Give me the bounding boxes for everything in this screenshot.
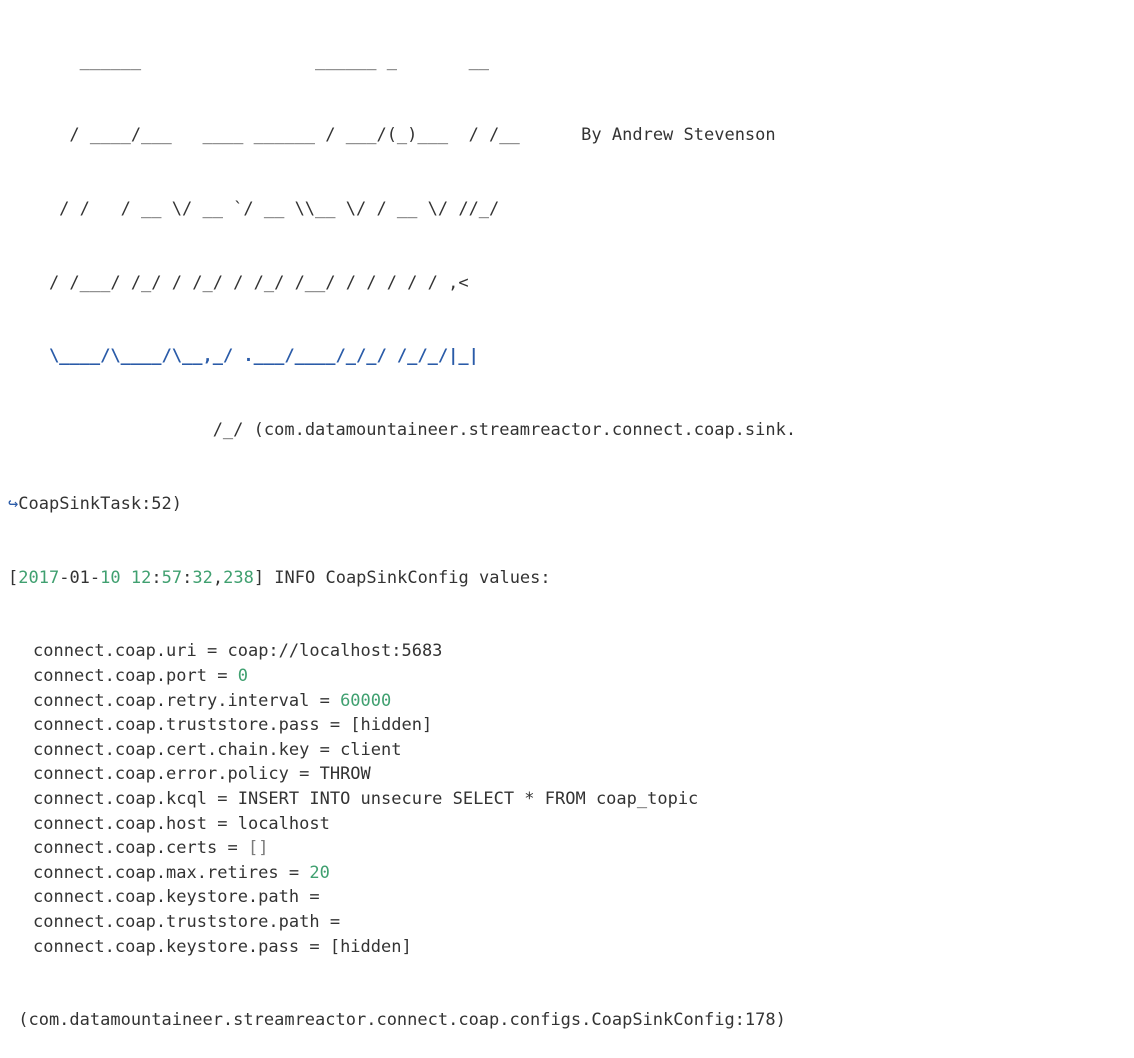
- log-hour: 12: [130, 567, 152, 588]
- ascii-banner-row-1: ______ ______ _ __: [8, 49, 1134, 74]
- equals-sign: =: [299, 936, 330, 957]
- config-value: localhost: [237, 813, 330, 834]
- config-key: connect.coap.uri: [33, 641, 197, 662]
- config-entry: connect.coap.truststore.path =: [8, 910, 1134, 935]
- config-value: 60000: [340, 690, 392, 711]
- config-value: 0: [237, 666, 248, 687]
- equals-sign: =: [207, 666, 238, 687]
- equals-sign: =: [319, 715, 351, 736]
- equals-sign: =: [309, 739, 341, 760]
- config-value: client: [340, 739, 402, 760]
- ascii-banner-text: / / / __ \/ __ `/ __ \\__ \/ / __ \/ //_…: [8, 198, 500, 219]
- config-value: coap://localhost:5683: [227, 641, 443, 662]
- config-value: THROW: [319, 764, 371, 785]
- date-sep: -01-: [59, 567, 101, 588]
- config-key: connect.coap.port: [33, 666, 207, 687]
- bracket: [: [8, 567, 19, 588]
- bracket: ]: [253, 567, 265, 588]
- time-sep: :: [182, 567, 193, 588]
- log-day: 10: [100, 567, 121, 588]
- config-key: connect.coap.retry.interval: [33, 690, 310, 711]
- config-entry: connect.coap.truststore.pass = [hidden]: [8, 713, 1134, 738]
- config-entry: connect.coap.error.policy = THROW: [8, 762, 1134, 787]
- config-key: connect.coap.truststore.pass: [33, 715, 320, 736]
- config-key: connect.coap.keystore.pass: [33, 936, 300, 957]
- ascii-banner-text: ______ ______ _ __: [8, 51, 490, 72]
- ascii-banner-text: \____/\____/\__,_/ .___/____/_/_/ /_/_/|…: [8, 346, 479, 367]
- config-source-footer: (com.datamountaineer.streamreactor.conne…: [8, 1010, 786, 1031]
- author-byline: By Andrew Stevenson: [581, 124, 776, 145]
- config-key: connect.coap.error.policy: [33, 764, 289, 785]
- ascii-banner-row-5: \____/\____/\__,_/ .___/____/_/_/ /_/_/|…: [8, 344, 1134, 369]
- log-header-line: [2017-01-10 12:57:32,238] INFO CoapSinkC…: [8, 566, 1134, 591]
- ascii-banner-row-2: / ____/___ ____ ______ / ___/(_)___ / /_…: [8, 123, 1134, 148]
- config-entry: connect.coap.keystore.pass = [hidden]: [8, 935, 1134, 960]
- log-output: ______ ______ _ __ / ____/___ ____ _____…: [0, 0, 1134, 1030]
- equals-sign: =: [278, 862, 310, 883]
- ascii-banner-text: / /___/ /_/ / /_/ / /_/ /__/ / / / / / ,…: [8, 272, 469, 293]
- equals-sign: =: [288, 764, 320, 785]
- config-key: connect.coap.host: [33, 813, 207, 834]
- config-value: [hidden]: [350, 715, 433, 736]
- config-entry: connect.coap.port = 0: [8, 664, 1134, 689]
- config-key: connect.coap.keystore.path: [33, 887, 300, 908]
- config-entry: connect.coap.max.retires = 20: [8, 861, 1134, 886]
- ms-sep: ,: [212, 567, 224, 588]
- ascii-banner-row-6: /_/ (com.datamountaineer.streamreactor.c…: [8, 418, 1134, 443]
- equals-sign: =: [196, 641, 228, 662]
- config-entry: connect.coap.kcql = INSERT INTO unsecure…: [8, 787, 1134, 812]
- equals-sign: =: [217, 838, 248, 859]
- config-key: connect.coap.certs: [33, 838, 218, 859]
- config-key: connect.coap.max.retires: [33, 862, 279, 883]
- config-key: connect.coap.kcql: [33, 789, 207, 809]
- time-sep: :: [151, 567, 162, 588]
- wrapped-text: CoapSinkTask:52): [18, 493, 183, 514]
- config-entry: connect.coap.uri = coap://localhost:5683: [8, 639, 1134, 664]
- config-value: 20: [309, 862, 330, 883]
- ascii-banner-row-4: / /___/ /_/ / /_/ / /_/ /__/ / / / / / ,…: [8, 271, 1134, 296]
- equals-sign: =: [309, 690, 341, 711]
- log-minute: 57: [161, 567, 183, 588]
- config-entry: connect.coap.host = localhost: [8, 812, 1134, 837]
- line-wrap-icon: ↪: [8, 493, 19, 514]
- config-value: INSERT INTO unsecure SELECT * FROM coap_…: [237, 789, 699, 809]
- config-values-list: connect.coap.uri = coap://localhost:5683…: [8, 639, 1134, 959]
- config-entry: connect.coap.retry.interval = 60000: [8, 689, 1134, 714]
- log-millis: 238: [223, 567, 254, 588]
- log-year: 2017: [18, 567, 60, 588]
- source-class-text: (com.datamountaineer.streamreactor.conne…: [253, 420, 797, 441]
- log-message: INFO CoapSinkConfig values:: [264, 567, 551, 588]
- config-key: connect.coap.cert.chain.key: [33, 739, 310, 760]
- config-value: [hidden]: [329, 936, 412, 957]
- config-entry: connect.coap.keystore.path =: [8, 885, 1134, 910]
- config-key: connect.coap.truststore.path: [33, 911, 320, 932]
- equals-sign: =: [207, 813, 238, 834]
- equals-sign: =: [319, 911, 351, 932]
- config-entry: connect.coap.certs = []: [8, 836, 1134, 861]
- config-entry: connect.coap.cert.chain.key = client: [8, 738, 1134, 763]
- equals-sign: =: [207, 789, 238, 809]
- ascii-banner-text: /_/: [8, 420, 254, 441]
- log-second: 32: [192, 567, 213, 588]
- ascii-banner-row-3: / / / __ \/ __ `/ __ \\__ \/ / __ \/ //_…: [8, 197, 1134, 222]
- wrapped-line: ↪CoapSinkTask:52): [8, 492, 1134, 517]
- config-value: []: [247, 838, 269, 859]
- equals-sign: =: [299, 887, 330, 908]
- ascii-banner-text: / ____/___ ____ ______ / ___/(_)___ / /_…: [8, 124, 520, 145]
